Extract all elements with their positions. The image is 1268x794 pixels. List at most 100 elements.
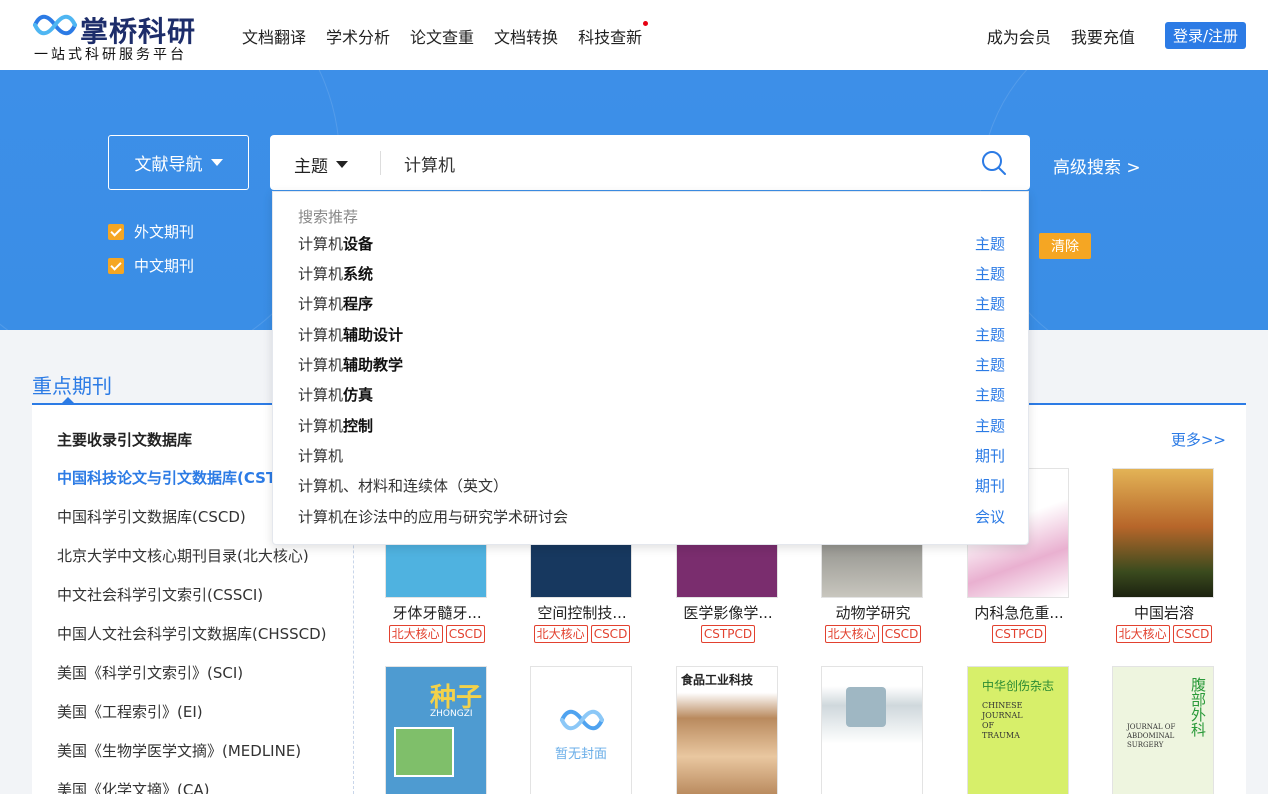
caret-down-icon bbox=[210, 159, 223, 166]
suggestion-item[interactable]: 计算机设备 主题 bbox=[298, 230, 1005, 256]
search-type-select[interactable]: 主题 bbox=[294, 152, 348, 177]
caret-up-icon bbox=[62, 397, 74, 403]
member-link[interactable]: 成为会员 bbox=[987, 24, 1051, 48]
top-header: 掌桥科研 一站式科研服务平台 文档翻译 学术分析 论文查重 文档转换 科技查新 … bbox=[0, 0, 1268, 70]
database-item[interactable]: 美国《化学文摘》(CA) bbox=[57, 779, 209, 794]
cover-subtitle: JOURNAL OF ABDOMINAL SURGERY bbox=[1127, 723, 1176, 749]
more-link[interactable]: 更多>> bbox=[1171, 429, 1226, 450]
index-tag: CSCD bbox=[590, 625, 631, 643]
database-item[interactable]: 中国人文社会科学引文数据库(CHSSCD) bbox=[57, 623, 327, 644]
suggestion-item[interactable]: 计算机在诊法中的应用与研究学术研讨会 会议 bbox=[298, 503, 1005, 529]
cover-image bbox=[846, 687, 886, 727]
search-icon[interactable] bbox=[980, 149, 1008, 177]
suggestion-kind: 会议 bbox=[974, 507, 1005, 526]
suggestion-prefix: 计算机 bbox=[298, 264, 344, 283]
suggestion-kind: 主题 bbox=[974, 325, 1005, 344]
journal-card[interactable]: 腹部外科 JOURNAL OF ABDOMINAL SURGERY bbox=[1112, 666, 1216, 794]
suggestion-kind: 主题 bbox=[974, 355, 1005, 374]
journal-card[interactable] bbox=[821, 666, 925, 794]
journal-card[interactable]: 中国岩溶 北大核心 CSCD bbox=[1112, 468, 1216, 643]
suggestion-item[interactable]: 计算机辅助教学 主题 bbox=[298, 351, 1005, 377]
journal-cover[interactable]: 食品工业科技 bbox=[676, 666, 778, 794]
suggestion-prefix: 计算机 bbox=[298, 385, 344, 404]
suggestion-text: 计算机控制 bbox=[298, 415, 373, 436]
nav-analysis[interactable]: 学术分析 bbox=[326, 24, 390, 48]
journal-cover[interactable] bbox=[1112, 468, 1214, 598]
login-button[interactable]: 登录/注册 bbox=[1164, 22, 1246, 49]
suggestion-item[interactable]: 计算机仿真 主题 bbox=[298, 381, 1005, 407]
clear-button[interactable]: 清除 bbox=[1039, 233, 1091, 259]
cover-image bbox=[394, 727, 454, 777]
suggestion-text: 计算机系统 bbox=[298, 263, 373, 284]
journal-cover[interactable]: 暂无封面 bbox=[530, 666, 632, 794]
logo-wave-icon bbox=[560, 709, 604, 731]
database-item[interactable]: 美国《科学引文索引》(SCI) bbox=[57, 662, 243, 683]
database-item[interactable]: 北京大学中文核心期刊目录(北大核心) bbox=[57, 545, 309, 566]
checkbox-foreign-journals[interactable]: 外文期刊 bbox=[108, 221, 194, 242]
journal-name[interactable]: 中国岩溶 bbox=[1112, 602, 1216, 623]
journal-name[interactable]: 空间控制技... bbox=[530, 602, 634, 623]
suggestion-kind: 主题 bbox=[974, 264, 1005, 283]
cover-subtitle: ZHONGZI bbox=[430, 709, 473, 719]
nav-translate[interactable]: 文档翻译 bbox=[242, 24, 306, 48]
journal-name[interactable]: 医学影像学... bbox=[676, 602, 780, 623]
journal-cover[interactable]: 中华创伤杂志 CHINESE JOURNAL OF TRAUMA bbox=[967, 666, 1069, 794]
search-input[interactable] bbox=[404, 150, 964, 176]
suggestion-text: 计算机 bbox=[298, 445, 343, 466]
checkbox-label: 中文期刊 bbox=[134, 257, 195, 275]
index-tag: 北大核心 bbox=[388, 625, 443, 643]
suggestion-item[interactable]: 计算机辅助设计 主题 bbox=[298, 321, 1005, 347]
suggestion-item[interactable]: 计算机 期刊 bbox=[298, 442, 1005, 468]
journal-cover[interactable]: 腹部外科 JOURNAL OF ABDOMINAL SURGERY bbox=[1112, 666, 1214, 794]
advanced-search-link[interactable]: 高级搜索 > bbox=[1053, 153, 1141, 178]
nav-convert[interactable]: 文档转换 bbox=[494, 24, 558, 48]
suggestion-text: 计算机程序 bbox=[298, 293, 373, 314]
journal-cover[interactable]: 种子 ZHONGZI bbox=[385, 666, 487, 794]
suggestion-highlight: 控制 bbox=[343, 416, 374, 435]
nav-plagiarism[interactable]: 论文查重 bbox=[410, 24, 474, 48]
database-item[interactable]: 中国科学引文数据库(CSCD) bbox=[57, 506, 246, 527]
main-nav: 文档翻译 学术分析 论文查重 文档转换 科技查新 bbox=[242, 21, 649, 48]
section-title[interactable]: 重点期刊 bbox=[32, 370, 112, 399]
suggestion-highlight: 仿真 bbox=[343, 385, 374, 404]
header-actions: 成为会员 我要充值 登录/注册 bbox=[987, 22, 1246, 49]
recharge-link[interactable]: 我要充值 bbox=[1071, 24, 1135, 48]
index-tag: CSCD bbox=[881, 625, 922, 643]
journal-tags: 北大核心 CSCD bbox=[385, 625, 489, 643]
nav-novelty-search[interactable]: 科技查新 bbox=[578, 21, 649, 48]
database-item[interactable]: 中文社会科学引文索引(CSSCI) bbox=[57, 584, 263, 605]
suggestion-text: 计算机、材料和连续体（英文） bbox=[298, 475, 508, 496]
literature-nav-dropdown[interactable]: 文献导航 bbox=[108, 135, 249, 190]
journal-tags: 北大核心 CSCD bbox=[821, 625, 925, 643]
journal-name[interactable]: 牙体牙髓牙... bbox=[385, 602, 489, 623]
journal-cover[interactable] bbox=[821, 666, 923, 794]
journal-name[interactable]: 内科急危重... bbox=[967, 602, 1071, 623]
journal-name[interactable]: 动物学研究 bbox=[821, 602, 925, 623]
database-item[interactable]: 美国《工程索引》(EI) bbox=[57, 701, 203, 722]
checkbox-chinese-journals[interactable]: 中文期刊 bbox=[108, 255, 194, 276]
suggestion-prefix: 计算机 bbox=[298, 355, 344, 374]
suggestion-highlight: 程序 bbox=[343, 294, 374, 313]
no-cover-label: 暂无封面 bbox=[554, 747, 607, 762]
logo-subtitle: 一站式科研服务平台 bbox=[34, 47, 187, 63]
site-logo[interactable]: 掌桥科研 一站式科研服务平台 bbox=[32, 8, 202, 64]
search-bar: 主题 bbox=[270, 135, 1030, 190]
suggestion-highlight: 系统 bbox=[343, 264, 374, 283]
suggestion-item[interactable]: 计算机程序 主题 bbox=[298, 290, 1005, 316]
checkbox-label: 外文期刊 bbox=[134, 223, 195, 241]
index-tag: 北大核心 bbox=[1115, 625, 1170, 643]
search-suggestions-dropdown: 搜索推荐 计算机设备 主题 计算机系统 主题 计算机程序 主题 计算机辅助设计 … bbox=[272, 191, 1029, 545]
journal-tags: CSTPCD bbox=[676, 625, 780, 643]
suggestion-item[interactable]: 计算机控制 主题 bbox=[298, 412, 1005, 438]
suggestion-item[interactable]: 计算机系统 主题 bbox=[298, 260, 1005, 286]
journal-card[interactable]: 食品工业科技 bbox=[676, 666, 780, 794]
journal-card[interactable]: 中华创伤杂志 CHINESE JOURNAL OF TRAUMA bbox=[967, 666, 1071, 794]
suggestion-highlight: 辅助教学 bbox=[343, 355, 404, 374]
journal-card[interactable]: 暂无封面 bbox=[530, 666, 634, 794]
cover-title: 食品工业科技 bbox=[681, 673, 754, 687]
cover-title: 中华创伤杂志 bbox=[982, 679, 1055, 693]
suggestion-item[interactable]: 计算机、材料和连续体（英文） 期刊 bbox=[298, 472, 1005, 498]
index-tag: CSTPCD bbox=[700, 625, 756, 643]
journal-card[interactable]: 种子 ZHONGZI bbox=[385, 666, 489, 794]
database-item[interactable]: 美国《生物学医学文摘》(MEDLINE) bbox=[57, 740, 301, 761]
